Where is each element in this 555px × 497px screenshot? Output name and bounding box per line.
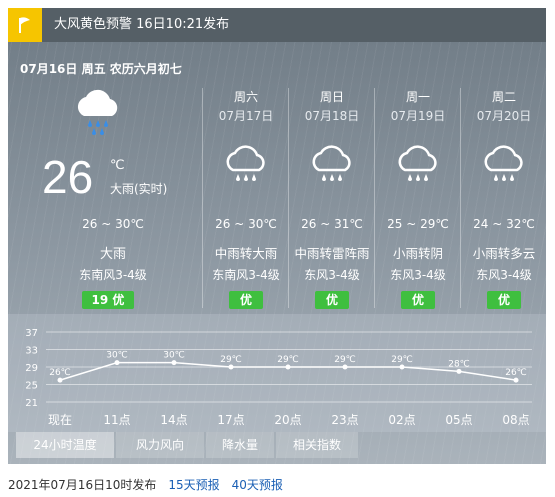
forecast-temp-range: 26 ~ 31℃: [301, 217, 363, 231]
forecast-weekday: 周六: [233, 90, 258, 104]
x-tick-label: 11点: [103, 413, 130, 427]
warning-bar[interactable]: 大风黄色预警 16日10:21发布: [8, 8, 546, 42]
footer: 2021年07月16日10时发布 15天预报 40天预报: [8, 476, 283, 493]
x-tick-label: 14点: [160, 413, 187, 427]
data-point: [171, 360, 177, 366]
link-15-day[interactable]: 15天预报: [168, 478, 219, 492]
forecast-day[interactable]: 周一 07月19日 25 ~ 29℃ 小雨转阴 东风3-4级 优: [374, 88, 461, 309]
today-wind: 东南风3-4级: [79, 268, 147, 282]
realtime-condition: 大雨(实时): [110, 182, 168, 196]
rain-cloud-icon: [307, 140, 357, 190]
forecast-aqi-badge[interactable]: 优: [229, 291, 263, 309]
x-tick-label: 17点: [217, 413, 244, 427]
forecast-weekday: 周二: [491, 90, 516, 104]
forecast-wind: 东南风3-4级: [212, 268, 280, 282]
data-label: 26℃: [505, 368, 527, 378]
forecast-condition: 小雨转阴: [392, 246, 443, 261]
forecast-condition: 中雨转雷阵雨: [294, 246, 370, 261]
temperature-unit: ℃: [110, 158, 125, 173]
weather-card: 大风黄色预警 16日10:21发布 07月16日 周五 农历六月初七 26 ℃ …: [8, 8, 546, 464]
data-point: [285, 364, 291, 370]
data-point: [513, 377, 519, 383]
y-tick-label: 25: [25, 381, 38, 392]
tab-24h-temperature[interactable]: 24小时温度: [16, 432, 114, 458]
hourly-temperature-chart: 37 33 29 25 21 26℃ 现在 30℃ 11点 30℃ 14点 29℃ 17点 29℃ 20点 2…: [8, 314, 546, 432]
today-temp-range: 26 ~ 30℃: [82, 217, 144, 231]
forecast-date: 07月18日: [304, 109, 360, 123]
forecast-temp-range: 25 ~ 29℃: [387, 217, 449, 231]
x-tick-label: 20点: [274, 413, 301, 427]
data-label: 30℃: [106, 351, 128, 361]
rain-cloud-icon: [393, 140, 443, 190]
x-tick-label: 08点: [502, 413, 529, 427]
forecast-aqi-badge[interactable]: 优: [487, 291, 521, 309]
heavy-rain-icon: [72, 88, 124, 140]
forecast-condition: 小雨转多云: [472, 246, 536, 261]
forecast-wind: 东风3-4级: [476, 268, 532, 282]
forecast-day[interactable]: 周二 07月20日 24 ~ 32℃ 小雨转多云 东风3-4级 优: [460, 88, 546, 309]
x-tick-label: 05点: [445, 413, 472, 427]
data-label: 29℃: [277, 355, 299, 365]
date-line: 07月16日 周五 农历六月初七: [20, 62, 182, 76]
forecast-wind: 东风3-4级: [390, 268, 446, 282]
tab-precipitation[interactable]: 降水量: [206, 432, 274, 458]
y-tick-label: 21: [25, 398, 38, 409]
flag-icon: [8, 8, 42, 42]
data-point: [342, 364, 348, 370]
data-point: [114, 360, 120, 366]
temperature-chart-svg: 37 33 29 25 21 26℃ 现在 30℃ 11点 30℃ 14点 29℃ 17点 29℃ 20点 2…: [25, 328, 532, 427]
data-point: [399, 364, 405, 370]
publish-time: 2021年07月16日10时发布: [8, 478, 157, 492]
tab-wind[interactable]: 风力风向: [116, 432, 204, 458]
forecast-date: 07月17日: [218, 109, 274, 123]
forecast-aqi-badge[interactable]: 优: [315, 291, 349, 309]
forecast-day[interactable]: 周六 07月17日 26 ~ 30℃ 中雨转大雨 东南风3-4级 优: [202, 88, 289, 309]
data-label: 30℃: [163, 351, 185, 361]
data-point: [456, 368, 462, 374]
today-panel: 26 ℃ 大雨(实时) 26 ~ 30℃ 大雨 东南风3-4级 19 优: [20, 88, 206, 309]
link-40-day[interactable]: 40天预报: [232, 478, 283, 492]
today-condition: 大雨: [99, 247, 126, 262]
data-label: 29℃: [220, 355, 242, 365]
forecast-temp-range: 26 ~ 30℃: [215, 217, 277, 231]
x-tick-label: 23点: [331, 413, 358, 427]
forecast-day[interactable]: 周日 07月18日 26 ~ 31℃ 中雨转雷阵雨 东风3-4级 优: [288, 88, 375, 309]
forecast-temp-range: 24 ~ 32℃: [473, 217, 535, 231]
current-temperature: 26: [42, 151, 94, 203]
x-tick-label: 02点: [388, 413, 415, 427]
tab-indices[interactable]: 相关指数: [276, 432, 358, 458]
forecast-date: 07月19日: [390, 109, 446, 123]
rain-cloud-icon: [221, 140, 271, 190]
warning-text[interactable]: 大风黄色预警 16日10:21发布: [54, 8, 229, 42]
y-tick-label: 29: [25, 363, 38, 374]
data-label: 29℃: [334, 355, 356, 365]
forecast-date: 07月20日: [476, 109, 532, 123]
y-tick-label: 33: [25, 346, 38, 357]
today-aqi-badge[interactable]: 19 优: [82, 291, 134, 309]
chart-tabs: 24小时温度 风力风向 降水量 相关指数: [8, 432, 546, 464]
data-point: [228, 364, 234, 370]
data-label: 28℃: [448, 359, 470, 369]
forecast-weekday: 周一: [405, 90, 430, 104]
x-tick-label: 现在: [48, 413, 72, 427]
data-label: 29℃: [391, 355, 413, 365]
data-point: [57, 377, 63, 383]
forecast-weekday: 周日: [319, 90, 344, 104]
rain-cloud-icon: [479, 140, 529, 190]
forecast-wind: 东风3-4级: [304, 268, 360, 282]
forecast-aqi-badge[interactable]: 优: [401, 291, 435, 309]
data-label: 26℃: [49, 368, 71, 378]
y-tick-label: 37: [25, 328, 38, 339]
forecast-condition: 中雨转大雨: [214, 246, 278, 261]
